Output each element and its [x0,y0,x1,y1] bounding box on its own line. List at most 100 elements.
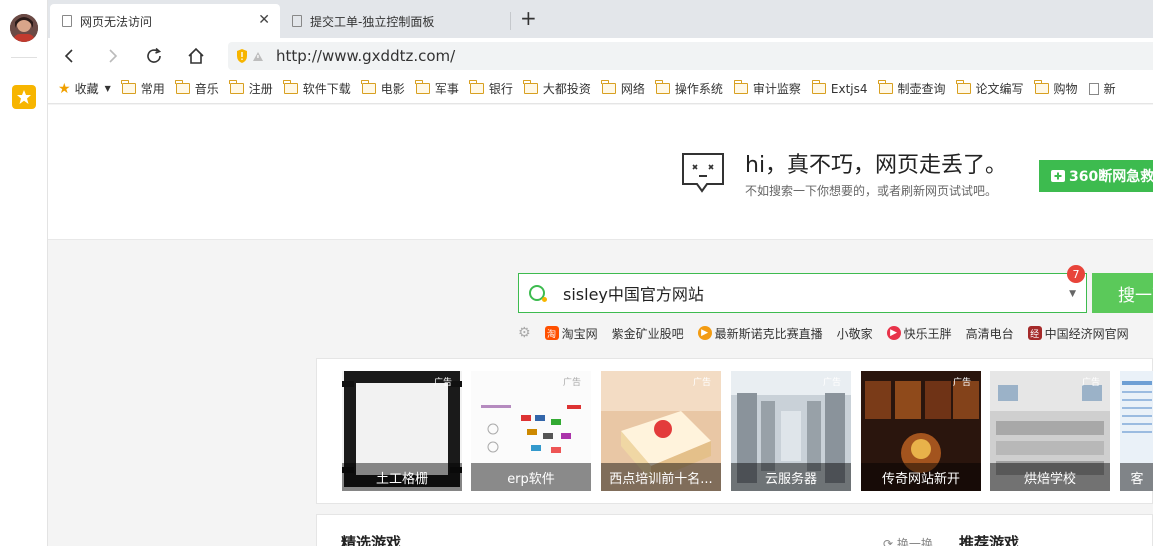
back-arrow-icon[interactable] [58,44,82,68]
bookmark-favorites[interactable]: ★ 收藏 ▼ [58,80,111,97]
bookmark-label: 网络 [620,82,645,96]
folder-icon [175,80,190,94]
bookmark-folder[interactable]: 软件下载 [283,80,351,97]
bookmark-folder[interactable]: 审计监察 [733,80,801,97]
hot-link[interactable]: 小敬家 [837,325,873,342]
ad-tile[interactable]: 广告 erp软件 [471,371,591,491]
ad-caption: erp软件 [471,463,591,491]
bookmark-label: 操作系统 [674,82,723,96]
navigation-bar: http://www.gxddtz.com/ [48,38,1153,74]
video-icon: ▶ [697,326,712,340]
ad-tag: 广告 [692,378,711,388]
tab-page-not-found[interactable]: 网页无法访问 ✕ [50,4,280,38]
error-notice: hi，真不巧，网页走丢了。 不如搜索一下你想要的，或者刷新网页试试吧。 360断… [48,105,1153,240]
hot-link[interactable]: ▶ 最新斯诺克比赛直播 [697,325,823,342]
ad-caption: 西点培训前十名... [601,463,721,491]
error-subtitle: 不如搜索一下你想要的，或者刷新网页试试吧。 [745,184,998,198]
notification-badge: 7 [1067,265,1085,283]
dropdown-arrow-icon[interactable]: ▼ [105,84,111,93]
new-tab-plus-icon[interactable]: + [520,6,537,30]
folder-icon [361,80,376,94]
bookmark-page[interactable]: 新 [1088,80,1116,97]
ad-tag: 广告 [1081,378,1100,388]
news-icon: 经 [1027,326,1042,340]
bookmark-folder[interactable]: 网络 [601,80,645,97]
bookmark-folder[interactable]: 常用 [121,80,165,97]
hot-link[interactable]: ▶ 快乐王胖 [886,325,952,342]
sad-face-icon [680,151,726,198]
folder-icon [956,80,971,94]
first-aid-icon [1051,170,1065,182]
ad-tag: 广告 [562,378,581,388]
hot-links: ⚙ 淘 淘宝网 紫金矿业股吧 ▶ 最新斯诺克比赛直播 小敬家 ▶ 快乐王胖 高清… [518,324,1153,342]
bookmark-folder[interactable]: 电影 [361,80,405,97]
url-text[interactable]: http://www.gxddtz.com/ [276,47,455,65]
bookmark-folder[interactable]: Extjs4 [811,80,868,96]
star-icon: ★ [58,80,71,97]
search-box[interactable]: ▼ [518,273,1087,313]
bookmark-folder[interactable]: 注册 [229,80,273,97]
tab-bar: 网页无法访问 ✕ 提交工单-独立控制面板 + [48,0,1153,38]
ad-panel: 广告 土工格栅 广告 erp软件 广告 西点培训前十名... 广告 云服务器 广… [316,358,1153,504]
taobao-icon: 淘 [544,326,559,340]
bookmark-label: 收藏 [74,82,99,96]
hot-link-label: 小敬家 [836,326,873,341]
refresh-games-link[interactable]: ⟳ 换一换 [883,535,933,546]
bookmark-folder[interactable]: 银行 [469,80,513,97]
bookmark-folder[interactable]: 论文编写 [956,80,1024,97]
bookmarks-bar: ★ 收藏 ▼ 常用 音乐 注册 软件下载 电影 军事 银行 大都投资 网络 操作… [48,74,1153,104]
tab-ticket-panel[interactable]: 提交工单-独立控制面板 [280,4,510,38]
forward-arrow-icon[interactable] [100,44,124,68]
ad-tile[interactable]: 客 [1120,371,1153,491]
hot-link[interactable]: 经 中国经济网官网 [1027,325,1129,342]
favorites-star-icon[interactable] [12,85,36,109]
featured-games-title: 精选游戏 [341,534,402,546]
bookmark-folder[interactable]: 大都投资 [523,80,591,97]
left-sidebar [0,0,48,546]
search-input[interactable] [563,283,1043,303]
hot-link-label: 紫金矿业股吧 [611,326,684,341]
bookmark-label: 音乐 [194,82,219,96]
bookmark-label: 论文编写 [975,82,1024,96]
dropdown-arrow-icon[interactable]: ▼ [1069,289,1076,299]
hot-link-label: 淘宝网 [561,326,598,341]
hot-link[interactable]: 高清电台 [966,325,1014,342]
hot-link-label: 最新斯诺克比赛直播 [714,326,823,341]
ad-tile[interactable]: 广告 西点培训前十名... [601,371,721,491]
bookmark-folder[interactable]: 军事 [415,80,459,97]
bookmark-folder[interactable]: 操作系统 [655,80,723,97]
bookmark-folder[interactable]: 音乐 [175,80,219,97]
hot-link[interactable]: 淘 淘宝网 [544,325,598,342]
play-icon: ▶ [886,326,901,340]
search-button[interactable]: 搜一下 [1092,273,1153,313]
bookmark-label: 银行 [488,82,513,96]
security-warning-icon[interactable] [236,48,266,64]
ad-tile[interactable]: 广告 云服务器 [731,371,851,491]
hot-link[interactable]: 紫金矿业股吧 [612,325,684,342]
folder-icon [878,80,893,94]
bookmark-label: 军事 [434,82,459,96]
address-bar[interactable]: http://www.gxddtz.com/ [228,42,1153,70]
bookmark-folder[interactable]: 购物 [1034,80,1078,97]
refresh-label: 换一换 [896,537,933,546]
network-rescue-button[interactable]: 360断网急救 [1039,160,1153,192]
folder-icon [469,80,484,94]
home-icon[interactable] [184,44,208,68]
hot-link-label: 中国经济网官网 [1044,326,1129,341]
ad-tile[interactable]: 广告 传奇网站新开 [861,371,981,491]
bookmark-folder[interactable]: 制壶查询 [878,80,946,97]
folder-icon [601,80,616,94]
user-avatar[interactable] [10,14,38,42]
tab-close-icon[interactable]: ✕ [258,12,270,28]
refresh-icon: ⟳ [883,537,894,546]
ad-tile[interactable]: 广告 土工格栅 [342,371,462,491]
refresh-icon[interactable] [142,44,166,68]
rescue-label: 360断网急救 [1069,169,1153,185]
gear-icon[interactable]: ⚙ [518,325,531,341]
ad-caption: 土工格栅 [342,463,462,491]
folder-icon [415,80,430,94]
bookmark-label: 制壶查询 [897,82,946,96]
hot-link-label: 高清电台 [965,326,1014,341]
page-icon [292,15,302,27]
ad-tile[interactable]: 广告 烘焙学校 [990,371,1110,491]
